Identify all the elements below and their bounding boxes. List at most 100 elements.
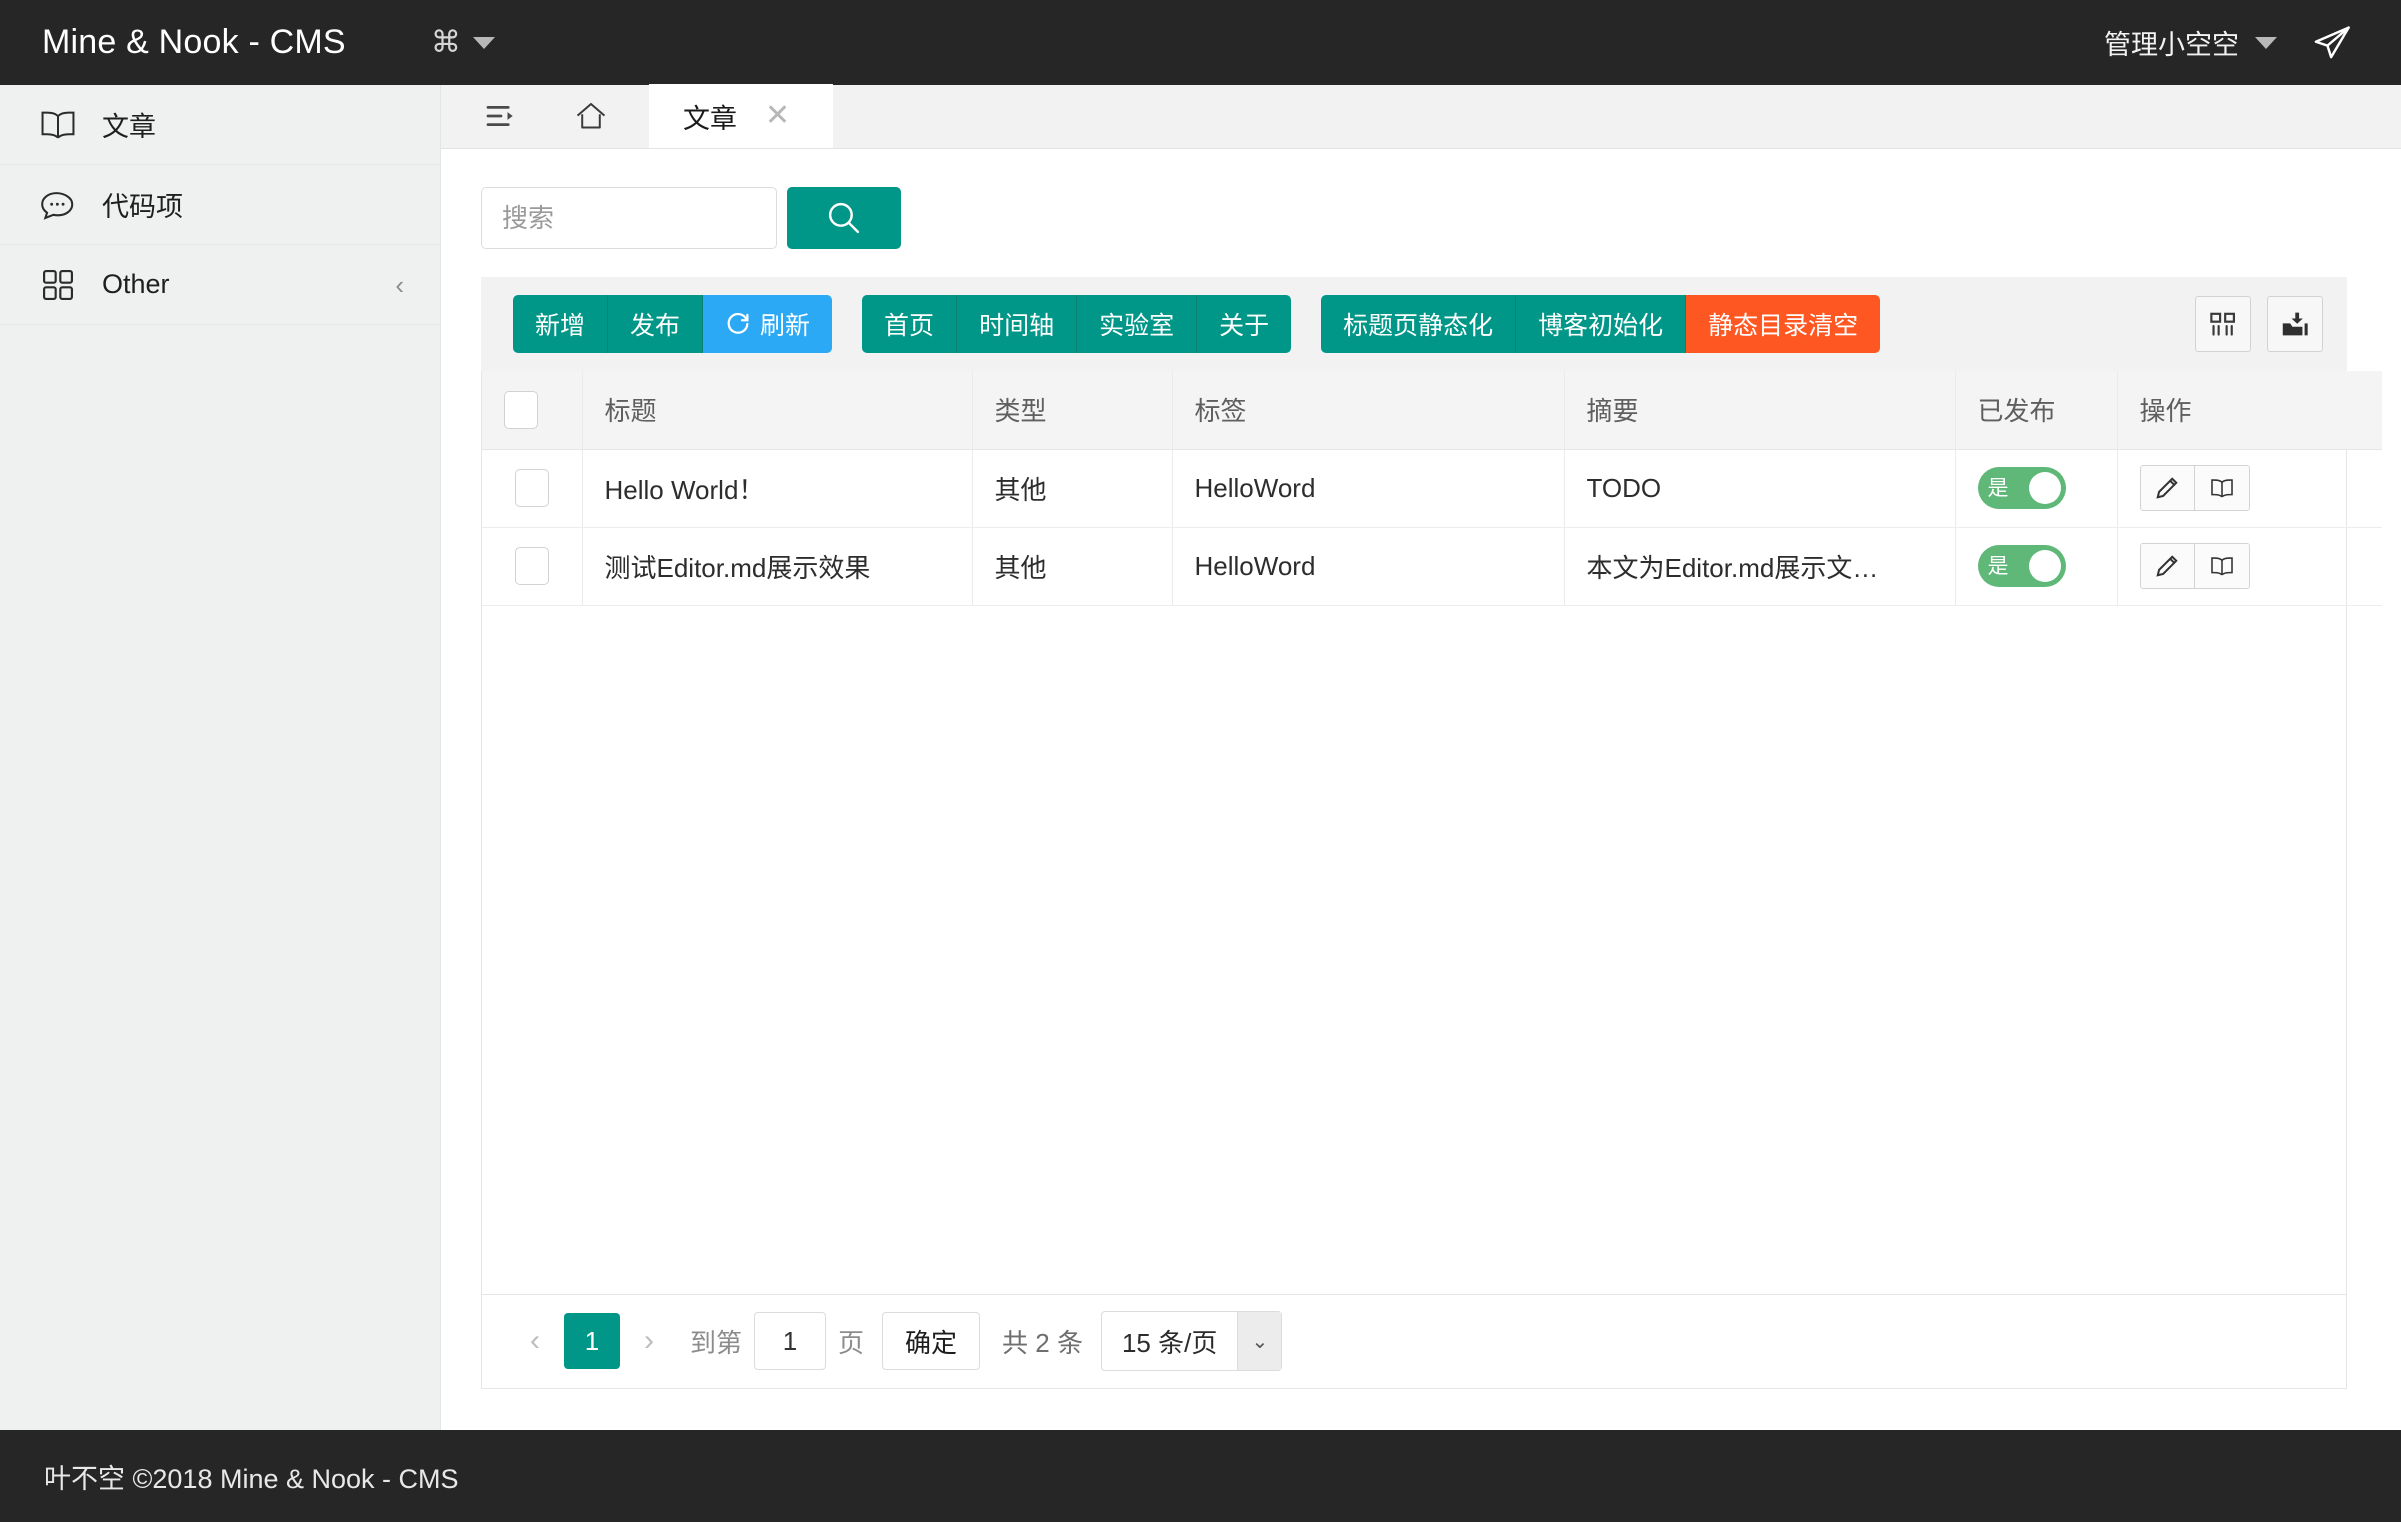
lab-button[interactable]: 实验室 xyxy=(1077,295,1198,353)
cell-published: 是 xyxy=(1955,449,2118,528)
table-header-row: 标题 类型 标签 摘要 已发布 操作 xyxy=(482,371,2382,450)
header-right-area: 管理小空空 xyxy=(2104,22,2353,64)
sidebar-item-code[interactable]: 代码项 xyxy=(0,165,440,245)
sidebar-item-label: 文章 xyxy=(102,112,156,142)
toolbar-group-maintenance: 标题页静态化 博客初始化 静态目录清空 xyxy=(1321,295,1881,353)
next-page-button[interactable]: › xyxy=(626,1318,672,1364)
app-root: Mine & Nook - CMS ⌘ 管理小空空 文章 代码项 Other ‹… xyxy=(0,0,2401,1522)
col-header-published: 已发布 xyxy=(1955,371,2118,450)
timeline-button[interactable]: 时间轴 xyxy=(957,295,1078,353)
cell-actions xyxy=(2117,449,2382,528)
published-toggle[interactable]: 是 xyxy=(1977,467,2066,509)
col-header-actions: 操作 xyxy=(2117,371,2382,450)
sidebar-item-label: Other xyxy=(102,269,170,299)
command-icon: ⌘ xyxy=(430,25,461,59)
search-icon xyxy=(824,198,864,238)
chevron-down-icon xyxy=(2255,36,2277,49)
search-row xyxy=(481,187,2347,249)
user-menu[interactable]: 管理小空空 xyxy=(2104,23,2277,62)
edit-icon[interactable] xyxy=(2140,544,2195,588)
action-toolbar: 新增 发布 刷新 首页 时间轴 实验室 关于 标题页静态化 博客初始化 静态目录… xyxy=(481,277,2347,371)
toggle-knob xyxy=(2028,550,2061,582)
close-icon[interactable]: ✕ xyxy=(765,101,790,131)
table-row[interactable]: Hello World！ 其他 HelloWord TODO 是 xyxy=(482,449,2382,528)
col-header-summary: 摘要 xyxy=(1564,371,1956,450)
pagination-bar: ‹ 1 › 到第 页 确定 共 2 条 15 条/页 ⌄ xyxy=(482,1293,2346,1388)
page-size-select[interactable]: 15 条/页 ⌄ xyxy=(1100,1311,1283,1371)
footer-copyright: 叶不空 ©2018 Mine & Nook - CMS xyxy=(44,1463,459,1494)
cell-summary: TODO xyxy=(1564,449,1956,528)
about-button[interactable]: 关于 xyxy=(1197,295,1292,353)
toolbar-group-pages: 首页 时间轴 实验室 关于 xyxy=(862,295,1292,353)
sidebar-item-label: 代码项 xyxy=(102,192,183,222)
chevron-down-icon: ⌄ xyxy=(1237,1312,1282,1370)
articles-table: 标题 类型 标签 摘要 已发布 操作 Hello World！ 其他 Hello… xyxy=(482,371,2382,606)
cell-actions xyxy=(2117,527,2382,606)
toolbar-icon-buttons xyxy=(2195,296,2323,352)
content-area: 文章 ✕ 新增 xyxy=(441,84,2401,1430)
confirm-page-button[interactable]: 确定 xyxy=(882,1312,981,1370)
user-name-label: 管理小空空 xyxy=(2104,30,2239,60)
home-icon[interactable] xyxy=(559,84,623,148)
footer: 叶不空 ©2018 Mine & Nook - CMS xyxy=(0,1430,2401,1522)
tab-label: 文章 xyxy=(683,103,737,134)
sidebar-item-other[interactable]: Other ‹ xyxy=(0,245,440,325)
page-number-1[interactable]: 1 xyxy=(564,1313,620,1369)
chevron-down-icon xyxy=(472,36,495,49)
top-header: Mine & Nook - CMS ⌘ 管理小空空 xyxy=(0,0,2401,85)
app-brand-title: Mine & Nook - CMS xyxy=(42,23,346,61)
col-header-title: 标题 xyxy=(582,371,973,450)
published-toggle[interactable]: 是 xyxy=(1977,545,2066,587)
select-all-header xyxy=(482,371,583,450)
view-icon[interactable] xyxy=(2194,466,2249,510)
table-row[interactable]: 测试Editor.md展示效果 其他 HelloWord 本文为Editor.m… xyxy=(482,527,2382,606)
search-button[interactable] xyxy=(787,187,901,249)
comment-icon xyxy=(38,185,78,225)
articles-table-wrapper: 标题 类型 标签 摘要 已发布 操作 Hello World！ 其他 Hello… xyxy=(481,371,2382,1389)
static-title-page-button[interactable]: 标题页静态化 xyxy=(1321,295,1517,353)
chevron-left-icon[interactable]: ‹ xyxy=(395,272,404,298)
cell-type: 其他 xyxy=(972,527,1173,606)
collapse-menu-icon[interactable] xyxy=(469,84,533,148)
cell-tag: HelloWord xyxy=(1172,449,1565,528)
articles-panel: 新增 发布 刷新 首页 时间轴 实 xyxy=(441,149,2401,1389)
add-button[interactable]: 新增 xyxy=(513,295,609,353)
total-count-label: 共 2 条 xyxy=(1002,1327,1083,1358)
book-icon xyxy=(38,105,78,145)
row-checkbox[interactable] xyxy=(514,469,549,507)
publish-button[interactable]: 发布 xyxy=(608,295,704,353)
goto-page-input[interactable] xyxy=(754,1312,827,1370)
cell-type: 其他 xyxy=(972,449,1173,528)
refresh-icon xyxy=(725,311,751,337)
column-filter-icon[interactable] xyxy=(2195,296,2251,352)
home-page-button[interactable]: 首页 xyxy=(862,295,958,353)
header-menu-toggle[interactable]: ⌘ xyxy=(430,25,495,59)
refresh-button-label: 刷新 xyxy=(760,312,811,340)
cell-title: Hello World！ xyxy=(582,449,973,528)
table-empty-space xyxy=(482,605,2346,1294)
col-header-tag: 标签 xyxy=(1172,371,1565,450)
cell-published: 是 xyxy=(1955,527,2118,606)
sidebar: 文章 代码项 Other ‹ xyxy=(0,85,441,1430)
export-icon[interactable] xyxy=(2267,296,2323,352)
prev-page-button[interactable]: ‹ xyxy=(512,1318,558,1364)
view-icon[interactable] xyxy=(2194,544,2249,588)
clear-static-dir-button[interactable]: 静态目录清空 xyxy=(1686,295,1881,353)
paper-plane-icon[interactable] xyxy=(2311,22,2353,64)
tab-strip: 文章 ✕ xyxy=(441,84,2401,149)
row-select-cell xyxy=(482,527,583,606)
search-input[interactable] xyxy=(481,187,777,249)
page-size-value: 15 条/页 xyxy=(1121,1327,1218,1358)
tab-articles[interactable]: 文章 ✕ xyxy=(649,84,833,148)
toggle-knob xyxy=(2028,472,2061,504)
refresh-button[interactable]: 刷新 xyxy=(703,295,833,353)
sidebar-item-articles[interactable]: 文章 xyxy=(0,85,440,165)
goto-suffix-label: 页 xyxy=(838,1327,865,1358)
edit-icon[interactable] xyxy=(2140,466,2195,510)
row-select-cell xyxy=(482,449,583,528)
row-action-group xyxy=(2139,465,2250,511)
blog-init-button[interactable]: 博客初始化 xyxy=(1516,295,1687,353)
row-checkbox[interactable] xyxy=(514,547,549,585)
select-all-checkbox[interactable] xyxy=(504,390,538,429)
cell-title: 测试Editor.md展示效果 xyxy=(582,527,973,606)
